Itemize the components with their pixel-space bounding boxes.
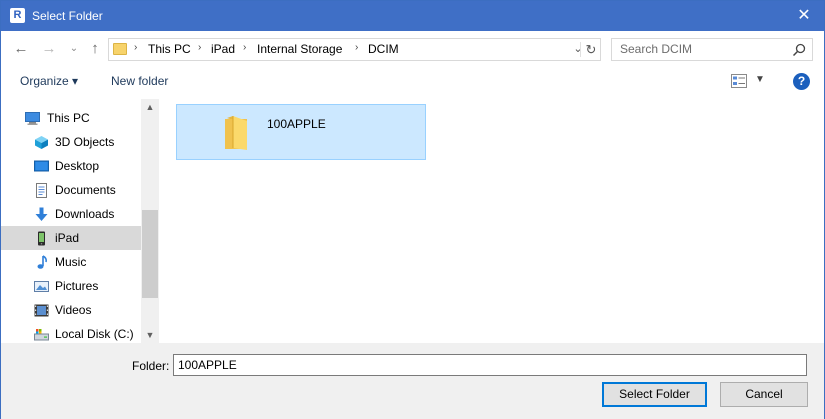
sidebar-item-music[interactable]: Music [1,250,141,274]
view-dropdown-icon[interactable]: ▼ [755,74,765,85]
folder-content-area: 100APPLE [159,99,824,343]
help-icon[interactable]: ? [793,73,810,90]
breadcrumb-this-pc[interactable]: This PC [148,42,191,56]
chevron-right-icon: › [355,42,359,53]
cancel-button[interactable]: Cancel [720,382,808,407]
scroll-thumb[interactable] [142,210,158,298]
recent-locations-button[interactable]: ⌄ [64,39,84,59]
search-placeholder: Search DCIM [620,42,693,56]
sidebar-item-label: Music [55,255,87,269]
folder-field-label: Folder: [132,359,170,373]
sidebar-item-label: Local Disk (C:) [55,327,134,341]
sidebar-item-label: Desktop [55,159,100,173]
sidebar-item-ipad[interactable]: iPad [1,226,141,250]
title-bar: R Select Folder ✕ [1,1,824,31]
breadcrumb-dcim[interactable]: DCIM [368,42,399,56]
folder-tile-100apple[interactable]: 100APPLE [176,104,426,160]
chevron-down-icon: ⌄ [573,43,583,55]
divider [580,42,581,57]
chevron-right-icon: › [198,42,202,53]
search-icon [792,43,806,57]
sidebar-item-downloads[interactable]: Downloads [1,202,141,226]
folder-icon [113,43,127,55]
pictures-icon [34,281,49,292]
forward-button[interactable]: → [39,39,59,59]
select-folder-dialog: R Select Folder ✕ ← → ⌄ ↑ › This PC › iP… [0,0,825,419]
sidebar-item-this-pc[interactable]: This PC [1,106,141,130]
sidebar-item-documents[interactable]: Documents [1,178,141,202]
download-arrow-icon [35,207,48,221]
breadcrumb-internal-storage[interactable]: Internal Storage [257,42,342,56]
view-options-icon[interactable] [731,74,747,88]
organize-menu[interactable]: Organize ▾ [20,74,78,88]
sidebar-item-label: iPad [55,231,80,245]
chevron-right-icon: › [243,42,247,53]
chevron-down-icon: ▼ [145,330,155,340]
dialog-footer: Folder: Select Folder Cancel [1,343,824,419]
arrow-up-icon: ↑ [91,40,99,57]
window-title: Select Folder [32,9,103,23]
back-button[interactable]: ← [11,39,31,59]
desktop-icon [34,160,49,172]
sidebar-item-3d-objects[interactable]: 3D Objects [1,130,141,154]
sidebar-item-label: Downloads [55,207,115,221]
sidebar-item-local-disk[interactable]: Local Disk (C:) [1,322,141,343]
app-logo-icon: R [10,8,25,23]
local-disk-icon [34,329,49,341]
cube-icon [35,136,48,149]
sidebar-item-label: 3D Objects [55,135,115,149]
refresh-button[interactable]: ↻ [583,41,599,58]
chevron-down-icon: ⌄ [69,43,79,54]
sidebar-item-desktop[interactable]: Desktop [1,154,141,178]
sidebar-item-label: This PC [47,111,90,125]
computer-icon [25,112,40,125]
ipad-icon [38,231,45,246]
folder-icon [225,116,247,150]
chevron-right-icon: › [134,42,138,53]
scroll-up-button[interactable]: ▲ [141,99,159,115]
arrow-right-icon: → [41,40,57,57]
folder-name: 100APPLE [267,117,326,131]
address-bar[interactable]: › This PC › iPad › Internal Storage › DC… [108,38,601,61]
scroll-down-button[interactable]: ▼ [141,327,159,343]
close-icon: ✕ [797,7,811,24]
arrow-left-icon: ← [13,40,29,57]
sidebar-item-videos[interactable]: Videos [1,298,141,322]
sidebar-item-pictures[interactable]: Pictures [1,274,141,298]
sidebar-item-label: Videos [55,303,92,317]
breadcrumb-ipad[interactable]: iPad [211,42,235,56]
documents-icon [36,183,47,198]
videos-icon [34,304,49,317]
new-folder-button[interactable]: New folder [111,74,168,88]
navigation-pane: This PC 3D Objects Desktop Documents Dow… [1,99,159,343]
chevron-up-icon: ▲ [145,102,155,112]
sidebar-item-label: Pictures [55,279,99,293]
up-button[interactable]: ↑ [85,39,105,59]
folder-name-input[interactable] [173,354,807,376]
refresh-icon: ↻ [585,42,597,57]
close-button[interactable]: ✕ [784,1,824,31]
navigation-scrollbar[interactable]: ▲ ▼ [141,99,159,343]
select-folder-button[interactable]: Select Folder [602,382,707,407]
music-note-icon [37,255,47,269]
search-input[interactable]: Search DCIM [611,38,813,61]
sidebar-item-label: Documents [55,183,116,197]
